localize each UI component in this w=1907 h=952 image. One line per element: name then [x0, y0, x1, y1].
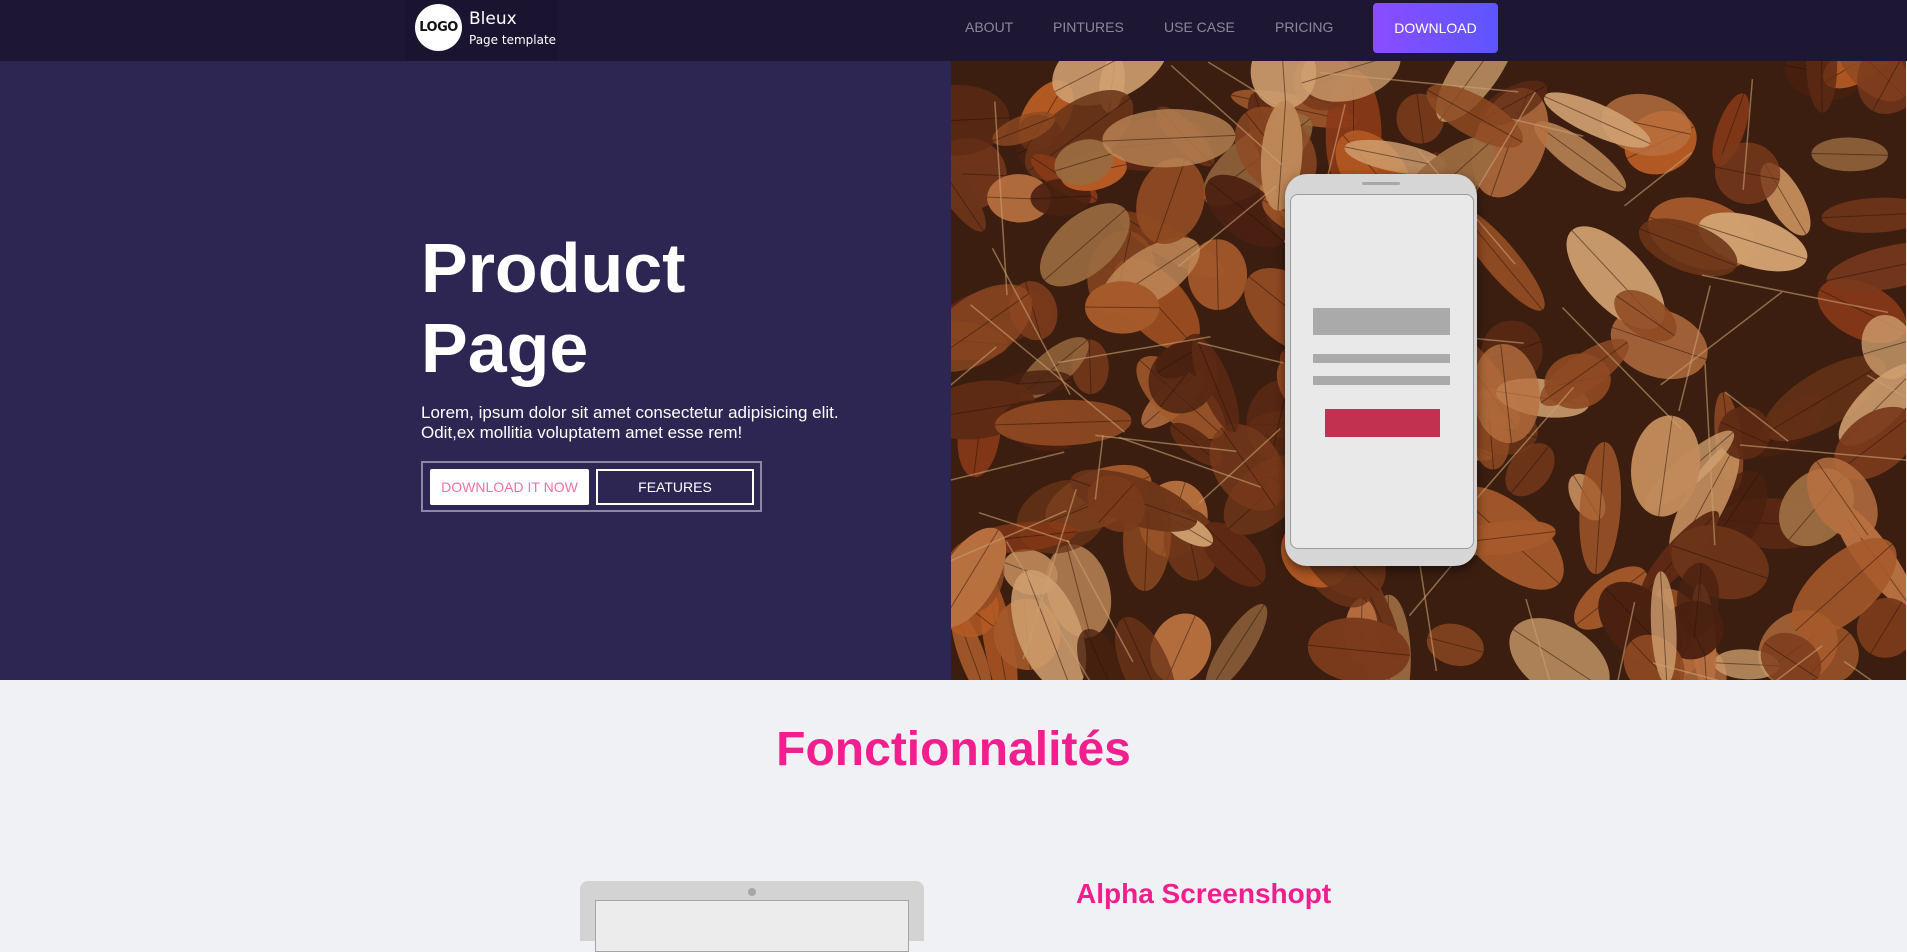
laptop-camera	[748, 888, 756, 896]
phone-placeholder-line	[1313, 354, 1450, 363]
phone-speaker	[1362, 182, 1400, 185]
laptop-mockup-icon	[580, 881, 924, 941]
logo-icon: LOGO	[415, 4, 462, 51]
phone-placeholder-header	[1313, 308, 1450, 335]
nav-link-pintures[interactable]: PINTURES	[1053, 19, 1124, 35]
brand-subtitle: Page template	[469, 33, 556, 47]
phone-placeholder-button	[1325, 409, 1440, 437]
feature-title-alpha: Alpha Screenshopt	[1076, 878, 1331, 910]
phone-placeholder-line	[1313, 376, 1450, 385]
brand-name: Bleux	[469, 9, 517, 29]
phone-screen	[1290, 194, 1474, 549]
laptop-screen	[595, 900, 909, 952]
navbar: LOGO Bleux Page template ABOUT PINTURES …	[0, 0, 1907, 61]
nav-link-about[interactable]: ABOUT	[965, 19, 1013, 35]
phone-mockup-icon	[1285, 174, 1477, 566]
hero-title: Product Page	[421, 228, 821, 388]
hero-button-group: DOWNLOAD IT NOW FEATURES	[421, 461, 762, 512]
nav-download-button[interactable]: DOWNLOAD	[1373, 3, 1498, 53]
nav-link-pricing[interactable]: PRICING	[1275, 19, 1333, 35]
features-button[interactable]: FEATURES	[596, 469, 754, 505]
hero-description: Lorem, ipsum dolor sit amet consectetur …	[421, 403, 861, 443]
features-title: Fonctionnalités	[0, 722, 1907, 777]
download-now-button[interactable]: DOWNLOAD IT NOW	[430, 469, 589, 505]
nav-link-use-case[interactable]: USE CASE	[1164, 19, 1235, 35]
brand[interactable]: LOGO Bleux Page template	[406, 0, 558, 61]
